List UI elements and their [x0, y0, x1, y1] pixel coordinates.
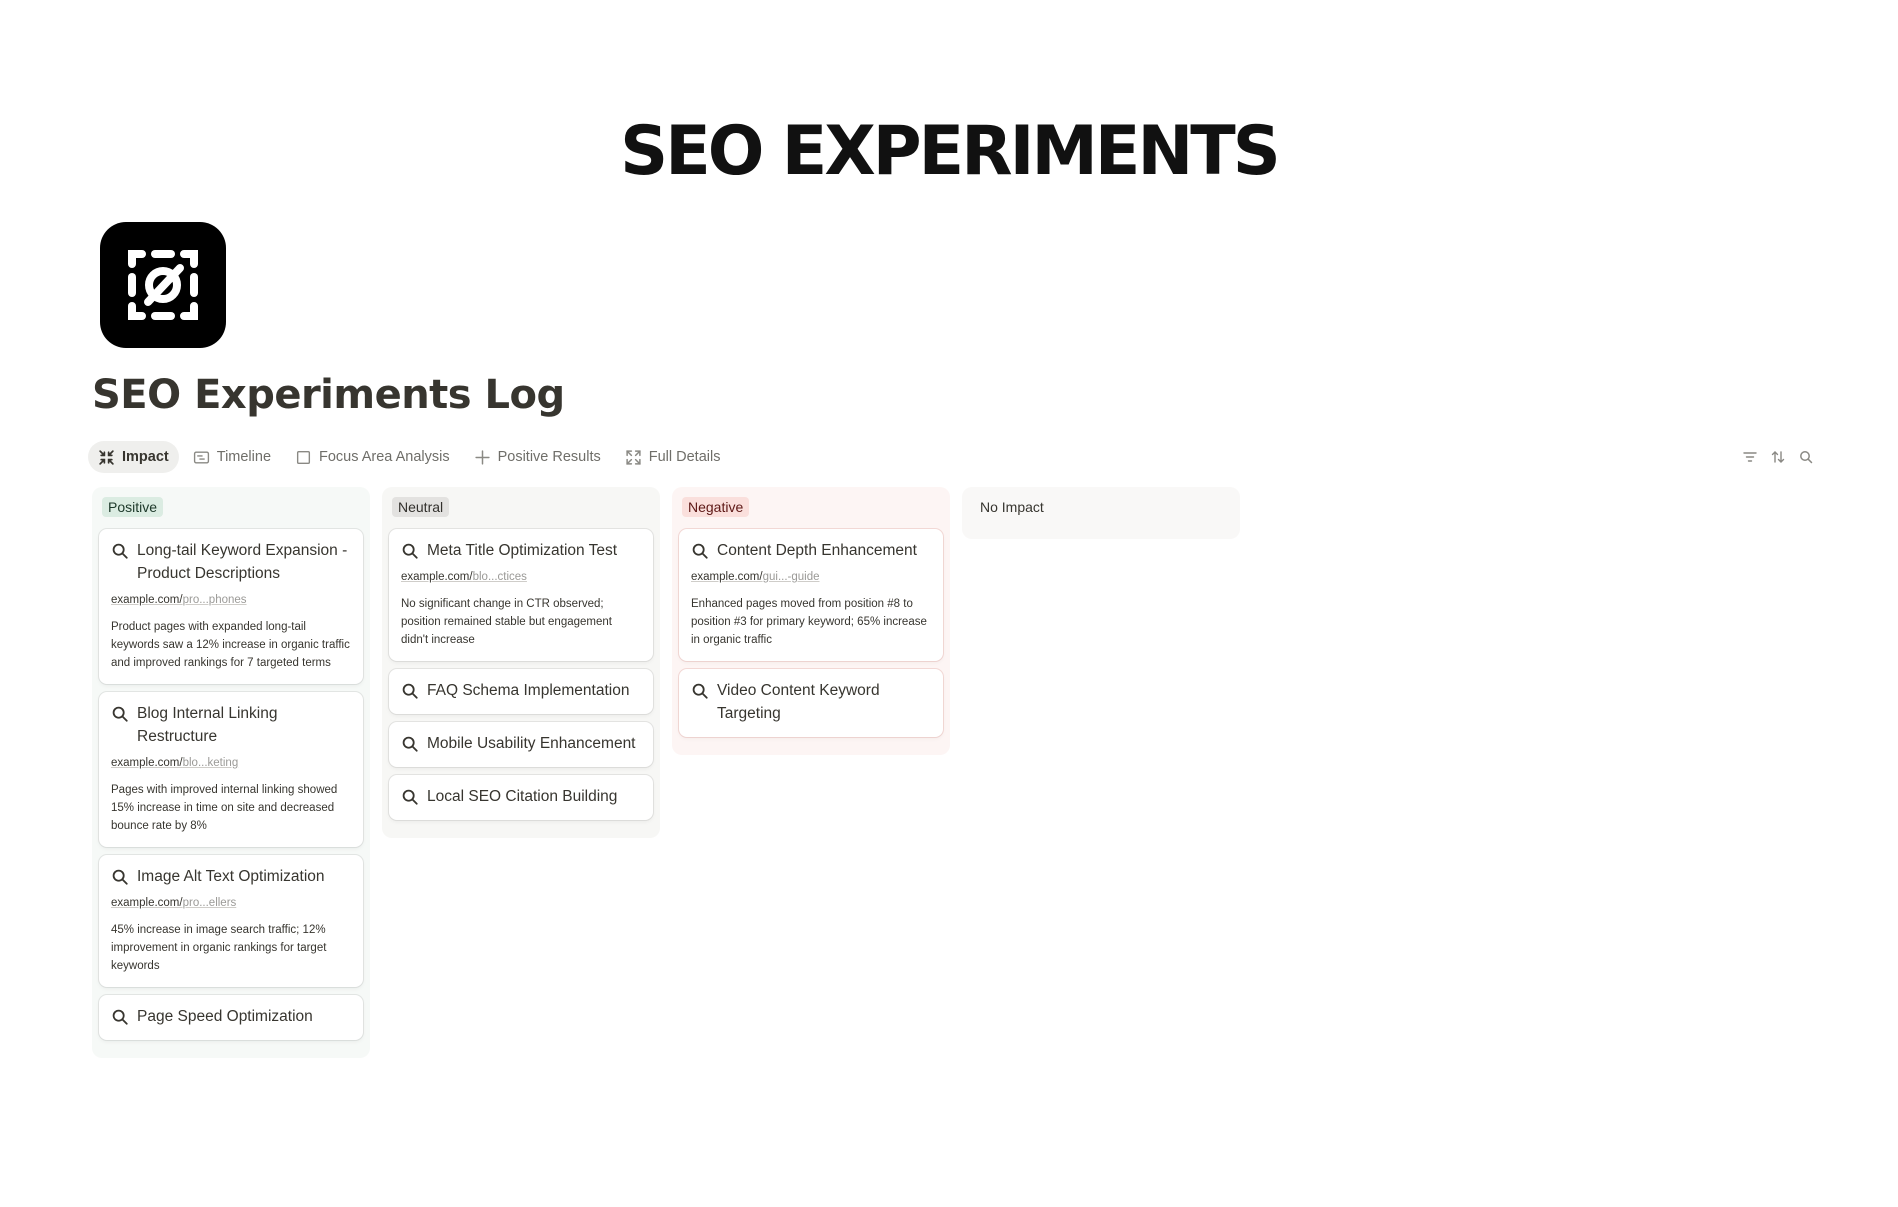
column-no-impact: No Impact [962, 487, 1240, 539]
search-icon [402, 683, 418, 699]
tab-label: Positive Results [497, 449, 601, 465]
page-icon[interactable] [100, 222, 226, 348]
search-icon [692, 683, 708, 699]
card[interactable]: Video Content Keyword Targeting [679, 669, 943, 737]
view-toolbar [1742, 449, 1814, 465]
filter-icon[interactable] [1742, 449, 1758, 465]
card[interactable]: Page Speed Optimization [99, 995, 363, 1040]
card-title: FAQ Schema Implementation [427, 682, 630, 699]
banner-title: SEO EXPERIMENTS [620, 112, 1281, 191]
card-title: Long-tail Keyword Expansion - Product De… [137, 542, 348, 582]
card[interactable]: Blog Internal Linking Restructure exampl… [99, 692, 363, 847]
search-icon [402, 736, 418, 752]
card-title: Meta Title Optimization Test [427, 542, 618, 559]
card-description: 45% increase in image search traffic; 12… [111, 924, 327, 972]
tab-label: Full Details [648, 449, 721, 465]
expand-icon [626, 449, 641, 465]
card-title: Page Speed Optimization [137, 1008, 313, 1025]
search-icon [402, 543, 418, 559]
search-icon [112, 706, 128, 722]
group-label-neutral[interactable]: Neutral [392, 497, 450, 517]
card-title: Blog Internal Linking Restructure [137, 705, 278, 745]
view-tabs: Impact Timeline Focus Area Analysis Posi… [88, 441, 734, 473]
card[interactable]: Mobile Usability Enhancement [389, 722, 653, 767]
card-url[interactable]: example.com/pro...ellers [111, 897, 351, 909]
search-icon [692, 543, 708, 559]
tab-focus-area-analysis[interactable]: Focus Area Analysis [285, 441, 460, 473]
card-title: Local SEO Citation Building [427, 788, 618, 805]
timeline-icon [193, 450, 209, 464]
page-title: SEO Experiments Log [92, 372, 565, 418]
card-title: Content Depth Enhancement [717, 542, 917, 559]
board-icon [99, 449, 114, 465]
card-description: Pages with improved internal linking sho… [111, 784, 338, 832]
tab-label: Timeline [216, 449, 272, 465]
search-icon [112, 543, 128, 559]
column-neutral: Neutral Meta Title Optimization Test exa… [382, 487, 660, 838]
tab-label: Focus Area Analysis [319, 449, 450, 465]
selection-rotate-icon [128, 250, 198, 320]
card-title: Video Content Keyword Targeting [717, 682, 880, 722]
kanban-board: Positive Long-tail Keyword Expansion - P… [92, 487, 1240, 1058]
card-title: Mobile Usability Enhancement [427, 735, 636, 752]
card[interactable]: Local SEO Citation Building [389, 775, 653, 820]
tab-timeline[interactable]: Timeline [183, 441, 281, 473]
card[interactable]: FAQ Schema Implementation [389, 669, 653, 714]
card[interactable]: Meta Title Optimization Test example.com… [389, 529, 653, 661]
search-icon [112, 869, 128, 885]
card-url[interactable]: example.com/blo...ctices [401, 571, 641, 583]
group-label-positive[interactable]: Positive [102, 497, 164, 517]
plus-icon [474, 449, 490, 465]
cover-banner: SEO EXPERIMENTS [0, 0, 1898, 230]
card-description: No significant change in CTR observed; p… [401, 598, 612, 646]
tab-full-details[interactable]: Full Details [615, 441, 731, 473]
card-description: Enhanced pages moved from position #8 to… [691, 598, 927, 646]
card[interactable]: Image Alt Text Optimization example.com/… [99, 855, 363, 987]
column-positive: Positive Long-tail Keyword Expansion - P… [92, 487, 370, 1058]
card-url[interactable]: example.com/blo...keting [111, 757, 351, 769]
group-label-no-impact[interactable]: No Impact [972, 497, 1050, 517]
search-icon [402, 789, 418, 805]
card-url[interactable]: example.com/pro...phones [111, 594, 351, 606]
card[interactable]: Long-tail Keyword Expansion - Product De… [99, 529, 363, 684]
tab-impact[interactable]: Impact [88, 441, 179, 473]
tab-label: Impact [122, 449, 169, 465]
sort-icon[interactable] [1770, 449, 1786, 465]
tab-positive-results[interactable]: Positive Results [464, 441, 611, 473]
gallery-icon [296, 450, 311, 464]
group-label-negative[interactable]: Negative [682, 497, 750, 517]
card-description: Product pages with expanded long-tail ke… [111, 621, 350, 669]
search-icon[interactable] [1798, 449, 1814, 465]
card-title: Image Alt Text Optimization [137, 868, 325, 885]
search-icon [112, 1009, 128, 1025]
column-negative: Negative Content Depth Enhancement examp… [672, 487, 950, 755]
card[interactable]: Content Depth Enhancement example.com/gu… [679, 529, 943, 661]
card-url[interactable]: example.com/gui...-guide [691, 571, 931, 583]
